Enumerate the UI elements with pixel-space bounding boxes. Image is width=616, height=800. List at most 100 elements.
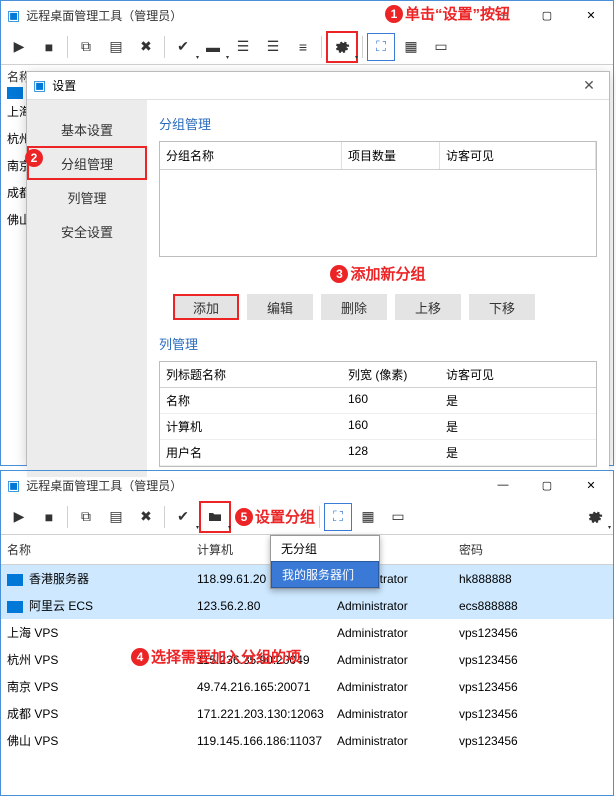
col-row: 名称 160 是 <box>160 388 596 414</box>
table-body: 香港服务器118.99.61.20Administratorhk888888阿里… <box>1 565 613 754</box>
dialog-icon: ▣ <box>33 77 46 94</box>
move-up-button[interactable]: 上移 <box>395 294 461 320</box>
group-dropdown-menu: 无分组 我的服务器们 <box>270 535 380 589</box>
check-icon[interactable]: ✔▾ <box>169 503 197 531</box>
cell-password: vps123456 <box>459 734 518 748</box>
gear-icon <box>334 39 350 55</box>
cell-user: Administrator <box>337 626 408 640</box>
check-icon[interactable]: ✔▾ <box>169 33 197 61</box>
delete-button[interactable]: 删除 <box>321 294 387 320</box>
callout-text-1: 单击“设置”按钮 <box>405 3 510 24</box>
table-row[interactable]: 杭州 VPS115.236.35.90:20049Administratorvp… <box>1 646 613 673</box>
cell-name: 阿里云 ECS <box>29 599 93 613</box>
edit-desktop-icon[interactable]: ▤ <box>102 33 130 61</box>
nav-col-mgmt[interactable]: 列管理 <box>27 180 147 214</box>
table-row[interactable]: 佛山 VPS119.145.166.186:11037Administrator… <box>1 727 613 754</box>
monitor-icon <box>7 574 23 586</box>
maximize-button[interactable]: ▢ <box>525 1 569 29</box>
monitor-icon <box>7 601 23 613</box>
settings-button[interactable]: ▾ <box>581 503 609 531</box>
nav-basic[interactable]: 基本设置 <box>27 112 147 146</box>
dropdown-my-servers[interactable]: 我的服务器们 <box>271 561 379 588</box>
group-buttons: 添加 编辑 删除 上移 下移 <box>173 294 583 320</box>
table-row[interactable]: 成都 VPS 171.221.203.130:12063 Administrator… <box>1 700 613 727</box>
close-button[interactable]: ✕ <box>569 471 613 499</box>
list-icon[interactable]: ≡ <box>289 33 317 61</box>
settings-dialog: ▣ 设置 ✕ 基本设置 分组管理 列管理 安全设置 分组管理 <box>26 71 610 465</box>
col-title-name: 列标题名称 <box>160 362 342 387</box>
grid-view-icon[interactable]: ▦ <box>397 33 425 61</box>
app-icon: ▣ <box>7 7 20 24</box>
cell-password: vps123456 <box>459 680 518 694</box>
cell-name: 香港服务器 <box>29 572 89 586</box>
table-row[interactable]: 南京 VPS49.74.216.165:20071Administratorvp… <box>1 673 613 700</box>
gear-icon <box>587 509 603 525</box>
callout-text-3: 添加新分组 <box>350 263 425 284</box>
stop-icon[interactable]: ■ <box>35 33 63 61</box>
play-icon[interactable]: ▶ <box>5 503 33 531</box>
cell-host: 171.221.203.130:12063 <box>197 707 324 721</box>
callout-badge-2: 2 <box>25 149 43 167</box>
cell-name: 成都 VPS <box>7 707 58 721</box>
titlebar-2: ▣ 远程桌面管理工具（管理员） — ▢ ✕ <box>1 471 613 499</box>
settings-content: 分组管理 分组名称 项目数量 访客可见 3 添加新分组 <box>147 100 609 477</box>
main-window-2: ▣ 远程桌面管理工具（管理员） — ▢ ✕ ▶ ■ ⧉ ▤ ✖ ✔▾ ▾ 5 设… <box>0 470 614 796</box>
delete-icon[interactable]: ✖ <box>132 33 160 61</box>
cell-password: vps123456 <box>459 707 518 721</box>
dropdown-no-group[interactable]: 无分组 <box>271 536 379 561</box>
add-button[interactable]: 添加 <box>173 294 239 320</box>
col-guest-visible: 访客可见 <box>440 142 596 169</box>
cell-host: 118.99.61.20 <box>197 572 266 586</box>
align-right-icon[interactable]: ☰ <box>259 33 287 61</box>
group-dropdown-button[interactable]: ▾ <box>199 501 231 533</box>
cell-name: 上海 VPS <box>7 626 58 640</box>
col-password: 密码 <box>453 535 613 564</box>
close-button[interactable]: ✕ <box>569 1 613 29</box>
window-title-2: 远程桌面管理工具（管理员） <box>26 477 481 494</box>
fullscreen-icon[interactable]: ⛶ <box>367 33 395 61</box>
cell-name: 杭州 VPS <box>7 653 58 667</box>
fullscreen-icon[interactable]: ⛶ <box>324 503 352 531</box>
group-icon[interactable]: ▬▾ <box>199 33 227 61</box>
add-desktop-icon[interactable]: ⧉ <box>72 33 100 61</box>
settings-button[interactable]: ▾ <box>326 31 358 63</box>
edit-desktop-icon[interactable]: ▤ <box>102 503 130 531</box>
minimize-button[interactable]: — <box>481 471 525 499</box>
tab-view-icon[interactable]: ▭ <box>384 503 412 531</box>
settings-nav: 基本设置 分组管理 列管理 安全设置 <box>27 100 147 477</box>
callout-badge-5: 5 <box>235 508 253 526</box>
cell-user: Administrator <box>337 599 408 613</box>
dialog-close-button[interactable]: ✕ <box>569 72 609 100</box>
col-visible: 访客可见 <box>440 362 596 387</box>
cell-name: 南京 VPS <box>7 680 58 694</box>
tab-view-icon[interactable]: ▭ <box>427 33 455 61</box>
col-group-name: 分组名称 <box>160 142 342 169</box>
table-row[interactable]: 阿里云 ECS123.56.2.80Administratorecs888888 <box>1 592 613 619</box>
main-window-1: ▣ 远程桌面管理工具（管理员） — ▢ ✕ 1 单击“设置”按钮 ▶ ■ ⧉ ▤… <box>0 0 614 466</box>
cell-user: Administrator <box>337 707 408 721</box>
table-row[interactable]: 上海 VPSAdministratorvps123456 <box>1 619 613 646</box>
group-table: 分组名称 项目数量 访客可见 <box>159 141 597 257</box>
play-icon[interactable]: ▶ <box>5 33 33 61</box>
section-group: 分组管理 <box>159 114 597 133</box>
add-desktop-icon[interactable]: ⧉ <box>72 503 100 531</box>
nav-group-mgmt[interactable]: 分组管理 <box>27 146 147 180</box>
stop-icon[interactable]: ■ <box>35 503 63 531</box>
callout-text-5: 设置分组 <box>255 506 315 527</box>
align-left-icon[interactable]: ☰ <box>229 33 257 61</box>
delete-icon[interactable]: ✖ <box>132 503 160 531</box>
edit-button[interactable]: 编辑 <box>247 294 313 320</box>
grid-view-icon[interactable]: ▦ <box>354 503 382 531</box>
callout-text-4: 选择需要加入分组的项 <box>151 646 301 667</box>
move-down-button[interactable]: 下移 <box>469 294 535 320</box>
cell-password: ecs888888 <box>459 599 518 613</box>
app-icon: ▣ <box>7 477 20 494</box>
nav-security[interactable]: 安全设置 <box>27 214 147 248</box>
titlebar-1: ▣ 远程桌面管理工具（管理员） — ▢ ✕ <box>1 1 613 29</box>
dialog-titlebar: ▣ 设置 ✕ <box>27 72 609 100</box>
toolbar-2: ▶ ■ ⧉ ▤ ✖ ✔▾ ▾ 5 设置分组 ⛶ ▦ ▭ ▾ <box>1 499 613 535</box>
maximize-button[interactable]: ▢ <box>525 471 569 499</box>
col-row: 用户名 128 是 <box>160 440 596 466</box>
col-name: 名称 <box>1 535 191 564</box>
group-table-body <box>160 170 596 256</box>
